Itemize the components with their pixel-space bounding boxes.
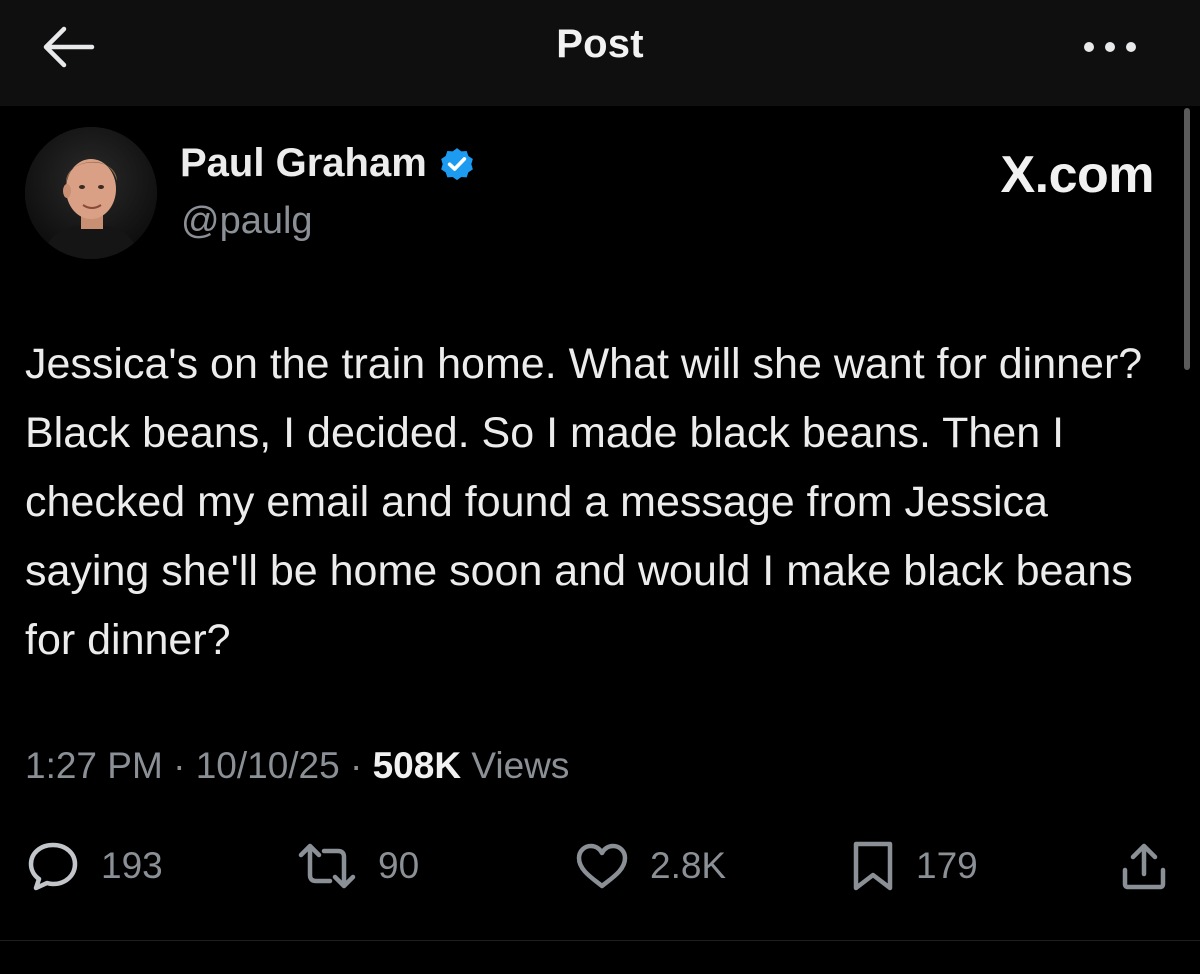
author-handle[interactable]: @paulg bbox=[181, 200, 313, 243]
post-text: Jessica's on the train home. What will s… bbox=[25, 340, 1143, 664]
more-options-button[interactable] bbox=[1075, 24, 1145, 70]
bookmark-button[interactable]: 179 bbox=[850, 838, 978, 894]
reply-icon bbox=[28, 842, 78, 891]
like-count: 2.8K bbox=[650, 845, 727, 886]
repost-button[interactable]: 90 bbox=[296, 838, 419, 894]
author-name[interactable]: Paul Graham bbox=[180, 141, 477, 186]
post-time[interactable]: 1:27 PM bbox=[25, 745, 163, 786]
top-bar: Post bbox=[0, 0, 1200, 106]
author-name-text: Paul Graham bbox=[180, 141, 427, 185]
views-count[interactable]: 508K bbox=[373, 745, 461, 786]
reply-button[interactable]: 193 bbox=[25, 838, 163, 894]
next-section-divider bbox=[0, 940, 1200, 974]
more-dots-icon bbox=[1084, 42, 1136, 52]
meta-separator: · bbox=[173, 745, 186, 786]
share-icon bbox=[1122, 843, 1166, 890]
avatar[interactable] bbox=[25, 127, 157, 259]
verified-badge-icon bbox=[440, 147, 473, 180]
bookmark-count: 179 bbox=[916, 845, 978, 886]
heart-icon bbox=[576, 843, 628, 889]
repost-count: 90 bbox=[378, 845, 420, 886]
brand-watermark: X.com bbox=[1000, 146, 1154, 204]
share-button[interactable] bbox=[1118, 838, 1170, 894]
like-button[interactable]: 2.8K bbox=[574, 838, 726, 894]
scrollbar[interactable] bbox=[1184, 108, 1190, 370]
post-date[interactable]: 10/10/25 bbox=[196, 745, 340, 786]
reply-count: 193 bbox=[101, 845, 163, 886]
repost-icon bbox=[298, 843, 356, 889]
bookmark-icon bbox=[853, 841, 893, 891]
page-title: Post bbox=[556, 22, 644, 66]
views-label: Views bbox=[471, 745, 570, 786]
post-meta: 1:27 PM · 10/10/25 · 508K Views bbox=[25, 745, 569, 787]
avatar-photo bbox=[25, 127, 157, 259]
meta-separator: · bbox=[350, 745, 363, 786]
